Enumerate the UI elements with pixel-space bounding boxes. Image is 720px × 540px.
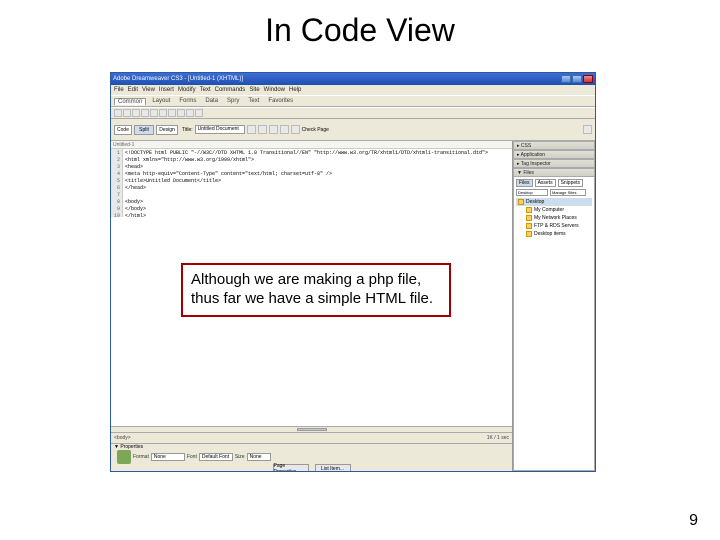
insert-tab-spry[interactable]: Spry [224,98,242,104]
dreamweaver-window: Adobe Dreamweaver CS3 - [Untitled-1 (XHT… [110,72,596,472]
line-gutter: 1 2 3 4 5 6 7 8 9 10 [111,149,123,217]
menu-help[interactable]: Help [289,87,301,93]
insert-image-icon[interactable] [159,109,167,117]
tree-ftp[interactable]: FTP & RDS Servers [524,222,592,230]
insert-tab-forms[interactable]: Forms [176,98,199,104]
titlebar: Adobe Dreamweaver CS3 - [Untitled-1 (XHT… [111,73,595,85]
format-label: Format [133,454,149,460]
insert-tab-text[interactable]: Text [245,98,262,104]
tag-selector[interactable]: <body> [114,435,131,441]
insert-media-icon[interactable] [168,109,176,117]
split-handle[interactable] [111,426,512,433]
menu-site[interactable]: Site [249,87,259,93]
panel-collapse-icon[interactable] [583,125,592,134]
editor-pane: Untitled-1 1 2 3 4 5 6 7 8 9 10 <!DOCTYP… [111,141,513,471]
window-title: Adobe Dreamweaver CS3 - [Untitled-1 (XHT… [113,76,560,82]
files-panel-body: Files Assets Snippets Desktop Manage Sit… [513,177,595,471]
empty-editor-space [111,217,512,426]
network-icon [526,215,532,221]
tree-my-computer[interactable]: My Computer [524,206,592,214]
download-size: 1K / 1 sec [487,435,509,441]
insert-email-icon[interactable] [123,109,131,117]
manage-sites-link[interactable]: Manage Sites [550,189,586,196]
insert-anchor-icon[interactable] [132,109,140,117]
font-label: Font [187,454,197,460]
insert-tab-layout[interactable]: Layout [149,98,173,104]
application-panel-header[interactable]: ▸ Application [513,150,595,159]
files-tab-assets[interactable]: Assets [535,179,556,187]
insert-comment-icon[interactable] [186,109,194,117]
minimize-button[interactable] [561,75,571,83]
menu-view[interactable]: View [142,87,155,93]
ftp-icon [526,223,532,229]
menubar: File Edit View Insert Modify Text Comman… [111,85,595,95]
validate-icon[interactable] [291,125,300,134]
code-view-button[interactable]: Code [114,125,132,135]
insert-table-icon[interactable] [141,109,149,117]
preview-icon[interactable] [280,125,289,134]
insert-tab-common[interactable]: Common [114,98,146,105]
files-tab-files[interactable]: Files [516,179,533,187]
css-panel-header[interactable]: ▸ CSS [513,141,595,150]
title-label: Title: [182,127,193,133]
insert-date-icon[interactable] [177,109,185,117]
size-select[interactable]: None [247,453,271,461]
insert-div-icon[interactable] [150,109,158,117]
main-area: Untitled-1 1 2 3 4 5 6 7 8 9 10 <!DOCTYP… [111,141,595,471]
document-toolbar: Code Split Design Title: Untitled Docume… [111,119,595,141]
folder-icon [526,231,532,237]
files-tree: Desktop My Computer My Network Places FT… [516,198,592,238]
file-mgmt-icon[interactable] [269,125,278,134]
font-select[interactable]: Default Font [199,453,233,461]
files-panel-header[interactable]: ▼ Files [513,168,595,177]
live-view-icon[interactable] [247,125,256,134]
close-button[interactable] [583,75,593,83]
properties-icon [117,450,131,464]
format-select[interactable]: None [151,453,185,461]
menu-text[interactable]: Text [200,87,211,93]
insert-tab-data[interactable]: Data [202,98,221,104]
code-lines[interactable]: <!DOCTYPE html PUBLIC "-//W3C//DTD XHTML… [123,149,488,217]
properties-panel: ▼ Properties Format None Font Default Fo… [111,443,512,471]
refresh-icon[interactable] [258,125,267,134]
list-item-button[interactable]: List Item... [315,464,351,471]
insert-icons-row [111,107,595,119]
editor-statusbar: <body> 1K / 1 sec [111,433,512,443]
menu-commands[interactable]: Commands [215,87,246,93]
insert-tab-favorites[interactable]: Favorites [265,98,296,104]
check-page-label[interactable]: Check Page [302,127,329,133]
menu-file[interactable]: File [114,87,124,93]
menu-modify[interactable]: Modify [178,87,196,93]
menu-edit[interactable]: Edit [128,87,138,93]
tree-desktop[interactable]: Desktop [516,198,592,206]
tree-network[interactable]: My Network Places [524,214,592,222]
files-tab-snippets[interactable]: Snippets [558,179,583,187]
size-label: Size [235,454,245,460]
design-view-button[interactable]: Design [156,125,178,135]
menu-window[interactable]: Window [264,87,285,93]
site-select[interactable]: Desktop [516,189,548,196]
slide-title: In Code View [0,0,720,57]
split-view-button[interactable]: Split [134,125,154,135]
insert-template-icon[interactable] [195,109,203,117]
side-panels: ▸ CSS ▸ Application ▸ Tag Inspector ▼ Fi… [513,141,595,471]
annotation-callout: Although we are making a php file, thus … [181,263,451,317]
menu-insert[interactable]: Insert [159,87,174,93]
doc-tab-strip: Untitled-1 [111,141,512,149]
desktop-icon [518,199,524,205]
tag-inspector-panel-header[interactable]: ▸ Tag Inspector [513,159,595,168]
computer-icon [526,207,532,213]
maximize-button[interactable] [572,75,582,83]
page-properties-button[interactable]: Page Properties... [273,464,309,471]
insert-bar: Common Layout Forms Data Spry Text Favor… [111,95,595,107]
title-input[interactable]: Untitled Document [195,125,245,134]
slide-page-number: 9 [689,512,698,530]
code-view[interactable]: 1 2 3 4 5 6 7 8 9 10 <!DOCTYPE html PUBL… [111,149,512,217]
tree-desktop-items[interactable]: Desktop items [524,230,592,238]
insert-hyperlink-icon[interactable] [114,109,122,117]
